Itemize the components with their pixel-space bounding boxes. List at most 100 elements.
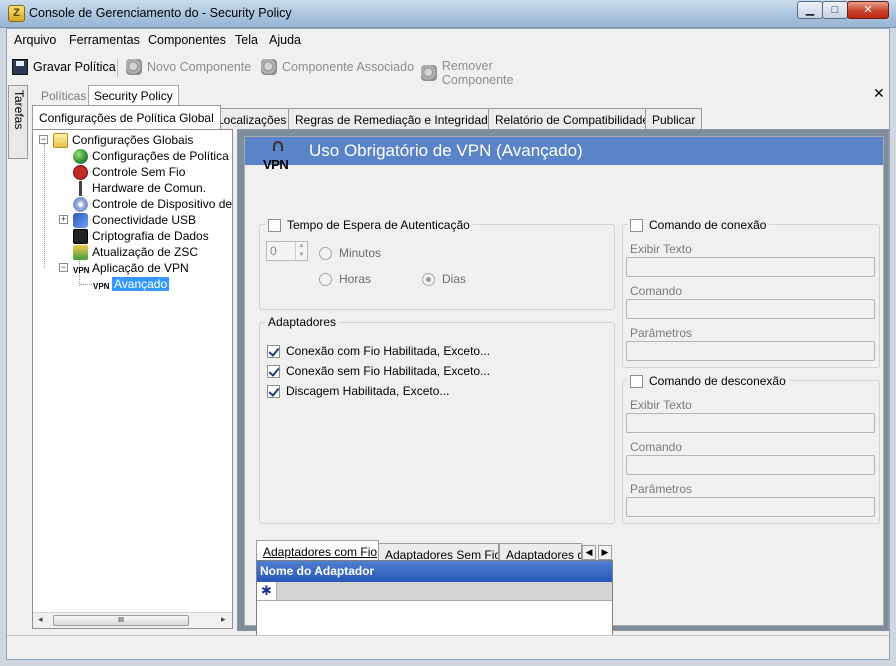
tree-item-global-settings[interactable]: Configurações Globais (53, 132, 193, 148)
spin-down-icon[interactable]: ▼ (295, 251, 307, 260)
auth-wait-check[interactable] (268, 218, 281, 232)
remove-component-button[interactable]: Remover Componente (421, 59, 567, 87)
connect-command-label: Comando de conexão (649, 218, 767, 232)
close-tab-icon[interactable]: ✕ (873, 85, 885, 102)
toolbar: Gravar Política Novo Componente Componen… (7, 55, 567, 87)
wireless-icon (73, 164, 88, 180)
tab-locations[interactable]: Localizações (210, 108, 294, 129)
connect-command-field-label: Comando (630, 284, 683, 298)
tab-global-policy-settings[interactable]: Configurações de Política Global (32, 105, 221, 130)
close-window-button[interactable]: ✕ (847, 1, 889, 19)
radio-hours-label: Horas (339, 272, 372, 286)
settings-tree: − Configurações Globais Configurações de… (32, 129, 233, 629)
radio-days-label: Dias (442, 272, 467, 286)
tree-item-device-control[interactable]: Controle de Dispositivo de (73, 196, 232, 212)
wireless-adapter-check[interactable] (267, 364, 280, 378)
wired-adapter-label: Conexão com Fio Habilitada, Exceto... (286, 344, 491, 358)
usb-icon (73, 212, 88, 228)
tree-item-label: Controle Sem Fio (92, 165, 186, 179)
tree-item-label: Atualização de ZSC (92, 245, 199, 259)
tab-security-policy[interactable]: Security Policy (88, 85, 179, 105)
disconnect-parameters-input[interactable] (626, 497, 875, 517)
tab-scroll-right-icon[interactable]: ▶ (598, 545, 612, 560)
vpn-icon: VPN (73, 265, 90, 275)
connect-parameters-input[interactable] (626, 341, 875, 361)
menu-bar: Arquivo Ferramentas Componentes Tela Aju… (7, 29, 889, 51)
tree-guide-line (80, 284, 92, 285)
padlock-icon (273, 141, 283, 151)
tab-publish[interactable]: Publicar (645, 108, 703, 129)
save-policy-button[interactable]: Gravar Política (12, 59, 116, 75)
menu-tela[interactable]: Tela (235, 33, 258, 47)
scroll-right-arrow[interactable]: ▸ (221, 614, 226, 625)
tree-item-comm-hardware[interactable]: Hardware de Comun. (73, 180, 206, 196)
tab-compatibility-report[interactable]: Relatório de Compatibilidade (488, 108, 657, 129)
vpn-badge-icon: VPN (263, 157, 289, 172)
menu-arquivo[interactable]: Arquivo (14, 33, 56, 47)
tree-item-label: Aplicação de VPN (92, 261, 189, 275)
disconnect-command-checkbox[interactable]: Comando de desconexão (627, 374, 789, 388)
tab-scroll-left-icon[interactable]: ◀ (582, 545, 596, 560)
radio-minutes-button[interactable] (319, 246, 332, 260)
grid-column-header[interactable]: Nome do Adaptador (257, 561, 612, 582)
status-bar (7, 635, 889, 659)
connect-command-input[interactable] (626, 299, 875, 319)
remove-component-icon (421, 65, 437, 81)
tree-item-advanced[interactable]: VPN Avançado (93, 276, 170, 292)
auth-wait-spinner[interactable]: 0 ▲ ▼ (266, 241, 308, 261)
root-expander[interactable]: − (39, 135, 48, 144)
radio-minutes-label: Minutos (339, 246, 382, 260)
radio-hours[interactable]: Horas (319, 272, 371, 286)
associated-component-button[interactable]: Componente Associado (261, 59, 414, 75)
connect-command-checkbox[interactable]: Comando de conexão (627, 218, 770, 232)
dialup-adapter-check[interactable] (267, 384, 280, 398)
tree-item-data-encryption[interactable]: Criptografia de Dados (73, 228, 209, 244)
wireless-adapter-checkbox[interactable]: Conexão sem Fio Habilitada, Exceto... (267, 364, 490, 378)
usb-expander[interactable]: + (59, 215, 68, 224)
tasks-side-tab[interactable]: Tarefas (8, 85, 28, 159)
tab-policies[interactable]: Políticas (35, 85, 92, 105)
scroll-left-arrow[interactable]: ◂ (38, 614, 43, 625)
radio-minutes[interactable]: Minutos (319, 246, 381, 260)
tree-item-policy-settings[interactable]: Configurações de Política (73, 148, 229, 164)
radio-days[interactable]: Dias (422, 272, 466, 286)
wired-adapter-checkbox[interactable]: Conexão com Fio Habilitada, Exceto... (267, 344, 490, 358)
component-icon (126, 59, 142, 75)
grid-new-row[interactable]: ✱ (257, 582, 612, 601)
connect-parameters-label: Parâmetros (630, 326, 693, 340)
minimize-button[interactable]: ▁ (797, 1, 823, 19)
maximize-button[interactable]: □ (822, 1, 848, 19)
auth-wait-label: Tempo de Espera de Autenticação (287, 218, 470, 232)
scroll-thumb[interactable]: III (53, 615, 189, 626)
spin-up-icon[interactable]: ▲ (295, 242, 307, 251)
new-component-button[interactable]: Novo Componente (126, 59, 251, 75)
tree-item-label: Hardware de Comun. (92, 181, 207, 195)
connect-command-check[interactable] (630, 218, 643, 232)
update-icon (73, 244, 88, 260)
vpn-expander[interactable]: − (59, 263, 68, 272)
disconnect-command-input[interactable] (626, 455, 875, 475)
tree-item-zsc-update[interactable]: Atualização de ZSC (73, 244, 198, 260)
disconnect-display-text-input[interactable] (626, 413, 875, 433)
menu-ferramentas[interactable]: Ferramentas (69, 33, 140, 47)
tree-item-wireless-control[interactable]: Controle Sem Fio (73, 164, 185, 180)
toolbar-separator (117, 59, 118, 77)
cable-icon (73, 180, 88, 196)
dialup-adapter-checkbox[interactable]: Discagem Habilitada, Exceto... (267, 384, 449, 398)
radio-days-button[interactable] (422, 272, 435, 286)
tab-remediation-rules[interactable]: Regras de Remediação e Integridade (288, 108, 502, 129)
auth-wait-checkbox[interactable]: Tempo de Espera de Autenticação (265, 218, 473, 232)
menu-componentes[interactable]: Componentes (148, 33, 226, 47)
disconnect-command-check[interactable] (630, 374, 643, 388)
connect-display-text-input[interactable] (626, 257, 875, 277)
tree-item-usb-connectivity[interactable]: Conectividade USB (73, 212, 196, 228)
menu-ajuda[interactable]: Ajuda (269, 33, 301, 47)
tree-item-label: Conectividade USB (92, 213, 197, 227)
wired-adapter-check[interactable] (267, 344, 280, 358)
save-icon (12, 59, 28, 75)
tree-item-vpn-enforcement[interactable]: VPN Aplicação de VPN (73, 260, 189, 276)
tree-horizontal-scrollbar[interactable]: ◂ III ▸ (33, 612, 232, 628)
vpn-icon: VPN (93, 281, 110, 291)
tree-item-label: Criptografia de Dados (92, 229, 209, 243)
radio-hours-button[interactable] (319, 272, 332, 286)
